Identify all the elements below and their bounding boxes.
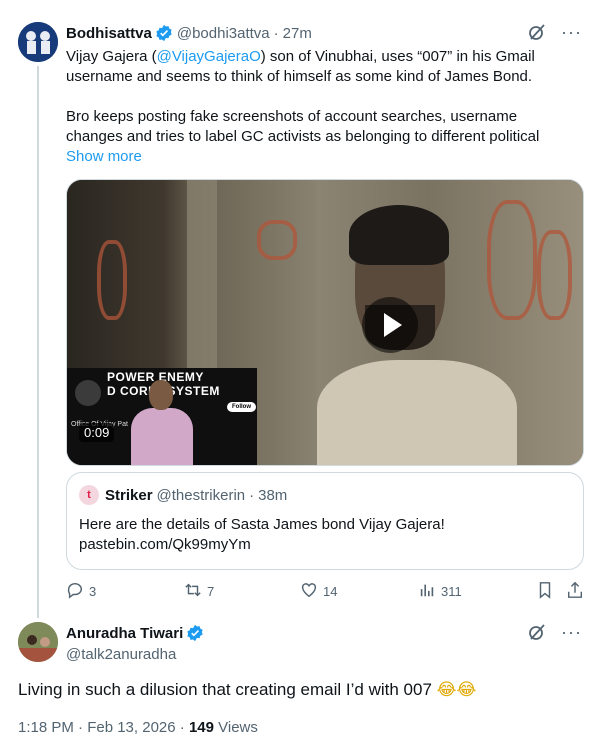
separator-dot: · bbox=[249, 486, 255, 504]
reply-button[interactable]: 3 bbox=[66, 580, 96, 602]
reply-tweet: Anuradha Tiwari @talk2anuradha ··· bbox=[66, 622, 586, 663]
mention-link[interactable]: @VijayGajeraO bbox=[157, 48, 261, 65]
quoted-avatar: t bbox=[79, 485, 99, 505]
repost-icon bbox=[184, 581, 202, 602]
tweet-text-line: Vijay Gajera (@VijayGajeraO) son of Vinu… bbox=[66, 47, 586, 67]
text-segment: Living in such a dilusion that creating … bbox=[18, 680, 432, 699]
quoted-author-handle: @thestrikerin bbox=[156, 486, 246, 504]
thread-connector-line bbox=[37, 66, 39, 618]
tweet-text-line: changes and tries to label GC activists … bbox=[66, 128, 540, 145]
tweet-time[interactable]: 27m bbox=[283, 25, 312, 42]
views-icon bbox=[418, 581, 436, 602]
quoted-tweet-text: Here are the details of Sasta James bond… bbox=[79, 515, 571, 555]
quoted-tweet-time: 38m bbox=[258, 486, 288, 504]
quoted-author-name: Striker bbox=[105, 486, 153, 504]
thumbnail-follow-label: Follow bbox=[227, 402, 256, 412]
timestamp[interactable]: 1:18 PM · Feb 13, 2026 · bbox=[18, 719, 189, 736]
tweet-text-line: username and seems to think of himself a… bbox=[66, 68, 533, 85]
author-handle[interactable]: @bodhi3attva bbox=[177, 25, 270, 42]
show-more-link[interactable]: Show more bbox=[66, 147, 586, 167]
tweet-header: Anuradha Tiwari bbox=[66, 622, 586, 644]
verified-badge-icon bbox=[155, 24, 173, 42]
view-count: 149 bbox=[188, 719, 214, 736]
repost-count: 7 bbox=[207, 583, 215, 599]
avatar[interactable] bbox=[18, 22, 58, 62]
author-name[interactable]: Anuradha Tiwari bbox=[66, 625, 183, 642]
like-button[interactable]: 14 bbox=[300, 580, 337, 602]
video-overlay-thumbnail: POWER ENEMY D CORI T SYSTEM Follow Offic… bbox=[67, 368, 257, 465]
text-segment: ) son of Vinubhai, uses “007” in his Gma… bbox=[260, 48, 535, 65]
quoted-tweet[interactable]: t Striker @thestrikerin · 38m Here are t… bbox=[66, 472, 584, 570]
quoted-tweet-header: t Striker @thestrikerin · 38m bbox=[79, 485, 571, 505]
bookmark-button[interactable] bbox=[536, 580, 554, 602]
avatar[interactable] bbox=[18, 622, 58, 662]
like-count: 14 bbox=[323, 583, 338, 599]
verified-badge-icon bbox=[186, 624, 204, 642]
author-handle[interactable]: @talk2anuradha bbox=[66, 646, 586, 663]
tweet-header: Bodhisattva @bodhi3attva · 27m bbox=[66, 22, 586, 44]
text-segment: Vijay Gajera ( bbox=[66, 48, 157, 65]
more-icon[interactable]: ··· bbox=[561, 623, 582, 641]
quoted-text-line: Here are the details of Sasta James bond… bbox=[79, 516, 445, 533]
reply-tweet-text: Living in such a dilusion that creating … bbox=[18, 678, 476, 702]
tweet-meta: 1:18 PM · Feb 13, 2026 · 149 Views bbox=[18, 719, 258, 736]
tweet-text: Vijay Gajera (@VijayGajeraO) son of Vinu… bbox=[66, 47, 586, 167]
bookmark-icon bbox=[536, 581, 554, 602]
view-label: Views bbox=[213, 719, 258, 736]
like-icon bbox=[300, 581, 318, 602]
tweet-header-actions: ··· bbox=[527, 22, 582, 42]
video-frame-person bbox=[317, 205, 527, 465]
tweet-header-actions: ··· bbox=[527, 622, 582, 642]
play-icon[interactable] bbox=[362, 297, 418, 353]
share-icon bbox=[566, 581, 584, 602]
grok-icon[interactable] bbox=[527, 622, 547, 642]
views-button[interactable]: 311 bbox=[418, 580, 462, 602]
tweet: Bodhisattva @bodhi3attva · 27m ··· Vijay… bbox=[66, 22, 586, 167]
views-count: 311 bbox=[441, 583, 462, 599]
tweet-action-bar: 3 7 14 311 bbox=[66, 580, 584, 602]
separator-dot: · bbox=[273, 24, 279, 42]
laughing-emoji: 😂😂 bbox=[436, 680, 477, 700]
reply-icon bbox=[66, 581, 84, 602]
author-name[interactable]: Bodhisattva bbox=[66, 25, 152, 42]
video-duration: 0:09 bbox=[79, 423, 115, 442]
share-button[interactable] bbox=[566, 580, 584, 602]
quoted-text-line: pastebin.com/Qk99myYm bbox=[79, 536, 251, 553]
video-player[interactable]: POWER ENEMY D CORI T SYSTEM Follow Offic… bbox=[66, 179, 584, 466]
tweet-text-line: Bro keeps posting fake screenshots of ac… bbox=[66, 108, 518, 125]
reply-count: 3 bbox=[89, 583, 97, 599]
repost-button[interactable]: 7 bbox=[184, 580, 214, 602]
more-icon[interactable]: ··· bbox=[561, 23, 582, 41]
grok-icon[interactable] bbox=[527, 22, 547, 42]
